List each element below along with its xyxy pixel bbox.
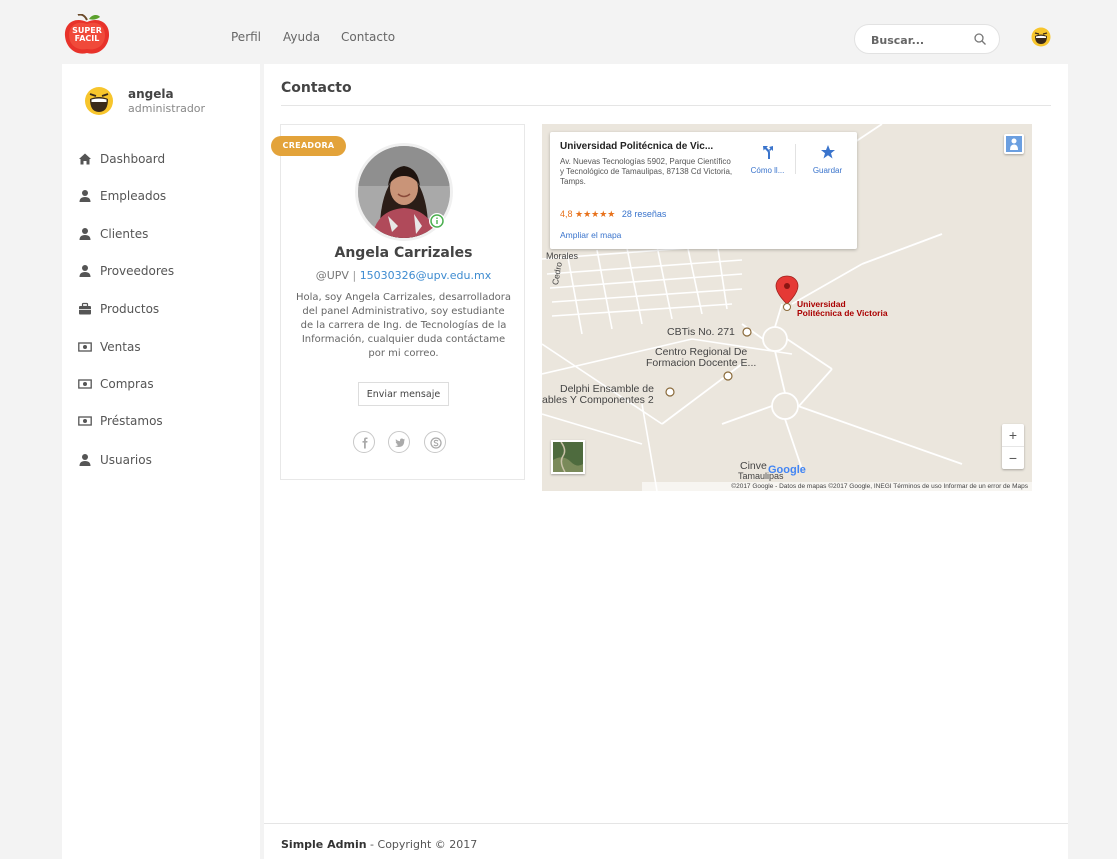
main-content: Contacto CREADORA Angela Carrizales @UPV… [264,64,1068,859]
map-label-centro: Centro Regional De Formacion Docente E..… [646,347,756,369]
sidebar-item-ventas[interactable]: Ventas [78,336,248,358]
sidebar-user-avatar-icon [85,87,113,115]
footer: Simple Admin - Copyright © 2017 [281,838,477,851]
satellite-thumbnail-icon [553,441,583,473]
send-message-button[interactable]: Enviar mensaje [358,382,449,406]
map-pin-label: Universidad Politécnica de Victoria [797,300,888,318]
sidebar-item-label: Dashboard [100,152,166,166]
place-rating-value: 4,8 [560,209,573,219]
sidebar-item-clientes[interactable]: Clientes [78,223,248,245]
map-label-cbtis: CBTis No. 271 [667,326,735,338]
sidebar-item-label: Compras [100,377,154,391]
money-icon [78,342,92,352]
street-view-pegman-icon[interactable] [1004,134,1024,154]
twitter-icon [395,438,405,447]
logo-text-bottom: FACIL [74,34,100,43]
directions-label: Cómo ll... [750,166,785,175]
map-label-morales: Morales [546,251,579,261]
directions-button[interactable]: Cómo ll... [740,144,795,175]
profile-email-link[interactable]: 15030326@upv.edu.mx [360,269,492,282]
page-title: Contacto [281,80,352,96]
sidebar-item-prestamos[interactable]: Préstamos [78,410,248,432]
map-label-centro-line2: Formacion Docente E... [646,357,757,369]
profile-card: CREADORA Angela Carrizales @UPV | 150303… [271,124,526,480]
zoom-control: + − [1002,424,1024,469]
sidebar-user-role: administrador [128,102,206,115]
nav-contacto[interactable]: Contacto [341,30,395,44]
satellite-toggle-button[interactable] [551,440,585,474]
sidebar-item-productos[interactable]: Productos [78,298,248,320]
sidebar-item-label: Ventas [100,340,141,354]
place-title: Universidad Politécnica de Vic... [560,141,714,152]
sidebar-item-label: Empleados [100,189,167,203]
place-rating-stars: ★★★★★ [575,209,616,219]
search-box [854,24,1000,54]
enlarge-map-link[interactable]: Ampliar el mapa [560,230,621,240]
directions-icon [762,146,773,159]
sidebar-item-label: Productos [100,302,160,316]
creator-badge: CREADORA [271,136,346,156]
nav-ayuda[interactable]: Ayuda [283,30,320,44]
google-map[interactable]: Morales Cedro Universidad Politécnica de… [542,124,1032,491]
map-pin-label-line2: Politécnica de Victoria [797,308,888,318]
facebook-icon [362,437,368,449]
sidebar-item-empleados[interactable]: Empleados [78,185,248,207]
user-avatar-icon[interactable] [1031,27,1051,47]
money-icon [78,416,92,426]
online-status-icon [429,213,445,229]
zoom-out-button[interactable]: − [1002,446,1024,468]
sidebar-item-label: Clientes [100,227,149,241]
sidebar-user-name: angela [128,87,174,101]
place-info-box: Universidad Politécnica de Vic... Av. Nu… [550,132,857,249]
profile-meta: @UPV | 15030326@upv.edu.mx [281,269,526,282]
nav-perfil[interactable]: Perfil [231,30,261,44]
home-icon [79,153,91,165]
sidebar: angela administrador Dashboard Empleados… [62,64,260,859]
star-icon [820,145,835,159]
sidebar-item-usuarios[interactable]: Usuarios [78,449,248,471]
briefcase-icon [79,302,91,315]
footer-brand: Simple Admin [281,838,367,851]
sidebar-item-compras[interactable]: Compras [78,373,248,395]
profile-bio: Hola, soy Angela Carrizales, desarrollad… [295,292,512,359]
profile-org: @UPV [315,269,349,282]
place-rating: 4,8 ★★★★★ 28 reseñas [560,209,666,220]
place-address: Av. Nuevas Tecnologías 5902, Parque Cien… [560,157,733,186]
skype-icon [430,437,442,449]
facebook-button[interactable] [353,431,375,453]
profile-name: Angela Carrizales [334,245,473,261]
sidebar-item-dashboard[interactable]: Dashboard [78,148,248,170]
user-icon [79,190,91,202]
map-label-delphi-line2: ables Y Componentes 2 [542,394,654,406]
skype-button[interactable] [424,431,446,453]
super-facil-logo[interactable]: SUPER FACIL [62,13,112,56]
top-bar: SUPER FACIL Perfil Ayuda Contacto [0,0,1117,64]
info-box-divider [795,144,796,174]
google-logo: Google [768,464,806,476]
map-label-delphi: Delphi Ensamble de ables Y Componentes 2 [542,384,654,406]
user-icon [79,454,91,466]
footer-divider [264,823,1068,824]
user-icon [79,228,91,240]
place-reviews-link[interactable]: 28 reseñas [622,209,667,219]
title-divider [281,105,1051,106]
footer-copyright: - Copyright © 2017 [366,838,478,851]
sidebar-item-proveedores[interactable]: Proveedores [78,260,248,282]
search-icon[interactable] [973,32,987,46]
sidebar-item-label: Usuarios [100,453,152,467]
save-place-button[interactable]: Guardar [800,144,855,175]
zoom-in-button[interactable]: + [1002,424,1024,446]
profile-separator: | [352,269,357,282]
search-input[interactable] [871,31,971,49]
money-icon [78,379,92,389]
save-place-label: Guardar [812,166,843,175]
sidebar-item-label: Préstamos [100,414,163,428]
sidebar-item-label: Proveedores [100,264,175,278]
twitter-button[interactable] [388,431,410,453]
user-icon [79,265,91,277]
map-attribution: ©2017 Google - Datos de mapas ©2017 Goog… [642,482,1032,491]
